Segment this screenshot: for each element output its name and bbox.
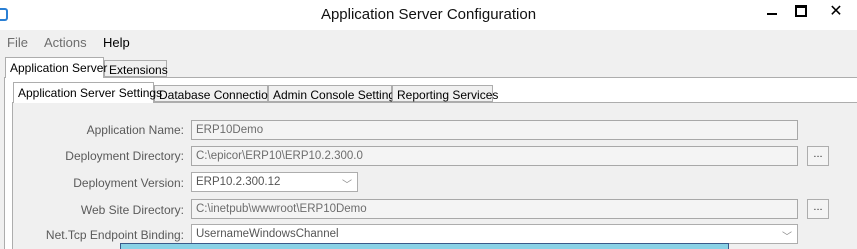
endpoint-binding-value: UsernameWindowsChannel <box>196 228 339 240</box>
deployment-version-value: ERP10.2.300.12 <box>196 176 281 188</box>
deployment-directory-field[interactable]: C:\epicor\ERP10\ERP10.2.300.0 <box>191 146 798 166</box>
endpoint-binding-select[interactable]: UsernameWindowsChannel ﹀ <box>191 224 798 244</box>
deployment-directory-browse-button[interactable]: ... <box>807 146 829 166</box>
web-site-directory-field[interactable]: C:\inetpub\wwwroot\ERP10Demo <box>191 199 798 219</box>
tab-application-server-settings[interactable]: Application Server Settings <box>13 82 162 103</box>
tab-admin-console-settings[interactable]: Admin Console Settings <box>268 85 401 102</box>
window-title: Application Server Configuration <box>320 6 537 23</box>
minimize-icon <box>767 13 777 15</box>
web-site-directory-browse-button[interactable]: ... <box>807 199 829 219</box>
menu-actions[interactable]: Actions <box>44 35 87 50</box>
chevron-down-icon: ﹀ <box>782 232 792 243</box>
web-site-directory-label: Web Site Directory: <box>80 203 184 217</box>
tab-reporting-services[interactable]: Reporting Services <box>392 85 498 102</box>
tab-database-connection[interactable]: Database Connection <box>154 85 274 102</box>
title-bar: Application Server Configuration ✕ <box>0 0 857 30</box>
menu-file[interactable]: File <box>7 35 28 50</box>
menu-help[interactable]: Help <box>103 35 130 50</box>
deployment-version-label: Deployment Version: <box>73 176 184 190</box>
maximize-icon <box>795 5 807 17</box>
minimize-button[interactable] <box>758 0 786 22</box>
application-name-field[interactable]: ERP10Demo <box>191 120 798 140</box>
tab-application-server[interactable]: Application Server <box>5 57 107 78</box>
dropdown-list[interactable] <box>120 243 729 249</box>
close-button[interactable]: ✕ <box>815 0 857 22</box>
deployment-directory-label: Deployment Directory: <box>65 149 184 163</box>
menu-bar: File Actions Help <box>0 32 857 52</box>
maximize-button[interactable] <box>787 0 815 22</box>
tab-extensions[interactable]: Extensions <box>104 60 168 77</box>
chevron-down-icon: ﹀ <box>342 180 352 191</box>
deployment-version-select[interactable]: ERP10.2.300.12 ﹀ <box>191 172 358 192</box>
close-icon: ✕ <box>829 3 843 20</box>
endpoint-binding-label: Net.Tcp Endpoint Binding: <box>45 228 184 242</box>
application-name-label: Application Name: <box>86 123 184 137</box>
